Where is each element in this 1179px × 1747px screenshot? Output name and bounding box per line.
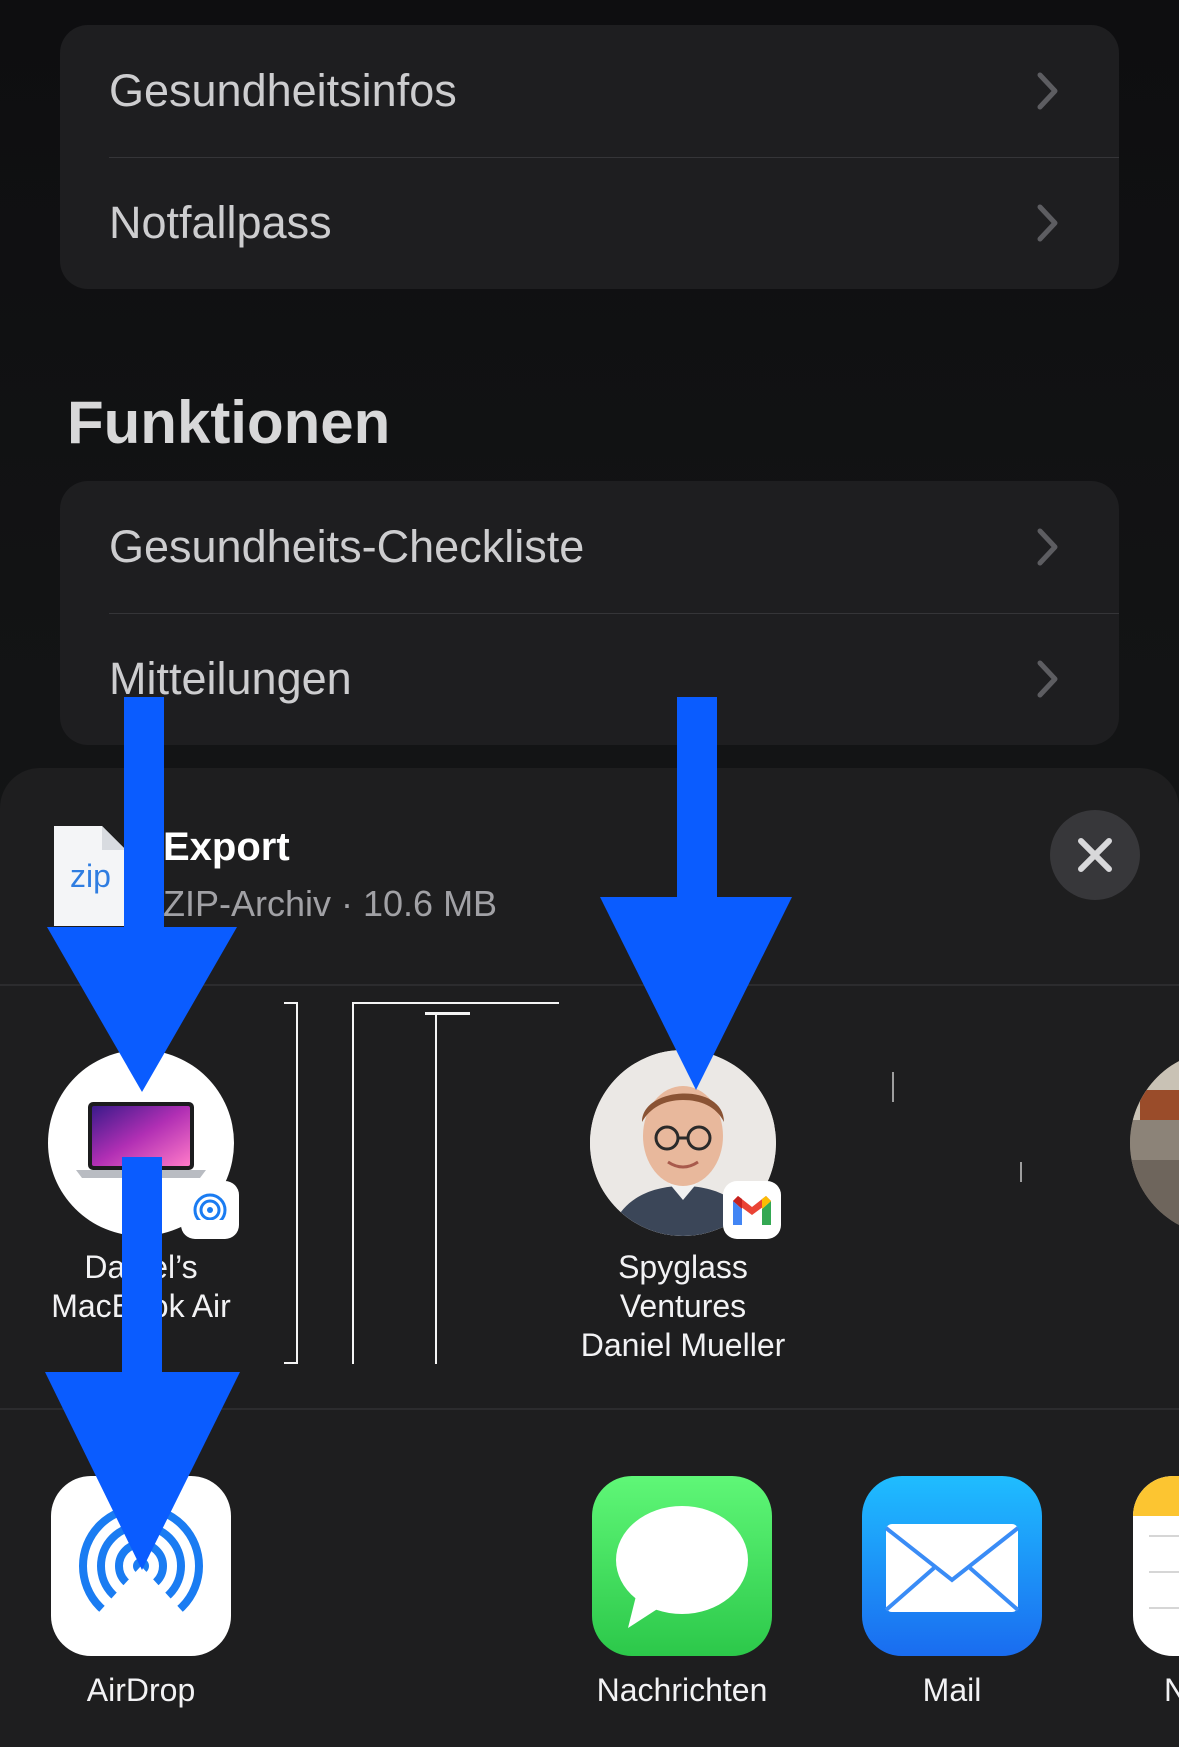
sheet-subtitle: ZIP-Archiv · 10.6 MB [163,883,498,924]
chevron-right-icon [1037,660,1058,698]
functions-group: Gesundheits-Checkliste Mitteilungen [60,481,1119,745]
person-label: Spyglass Ventures Daniel Mueller [580,1249,786,1363]
artifact [1020,1162,1022,1182]
app-icon [592,1476,772,1656]
row-label: Gesundheits-Checkliste [109,521,585,572]
notes-icon [1133,1476,1179,1609]
app-icon [862,1476,1042,1656]
artifact [296,1002,298,1364]
row-notifications[interactable]: Mitteilungen [60,613,1119,745]
app-label: Nachrichten [596,1672,768,1708]
close-button[interactable] [1050,810,1140,900]
messages-icon [616,1506,748,1628]
divider [0,1408,1179,1410]
section-title: Funktionen [67,389,391,456]
file-type-label: zip [70,858,111,894]
artifact [892,1072,894,1102]
gmail-icon [733,1196,771,1225]
chevron-right-icon [1037,204,1058,242]
screen: Gesundheitsinfos Notfallpass Funktionen … [0,0,1179,1747]
artifact [284,1002,298,1004]
artifact [352,1002,354,1364]
app-label: N [1164,1672,1179,1708]
app-label: Mail [922,1672,982,1708]
app-icon [1133,1476,1179,1656]
divider [0,984,1179,986]
artifact [425,1012,470,1015]
artifact [435,1012,437,1364]
health-info-group: Gesundheitsinfos Notfallpass [60,25,1119,289]
row-label: Gesundheitsinfos [109,65,457,116]
row-label: Mitteilungen [109,653,352,704]
airdrop-icon [79,1504,203,1634]
artifact [284,1362,298,1364]
sheet-title: Export [163,825,290,869]
row-health-info[interactable]: Gesundheitsinfos [60,25,1119,157]
mail-icon [884,1524,1020,1612]
airdrop-icon [188,1193,232,1232]
close-icon [1078,838,1112,872]
gmail-badge [723,1181,781,1239]
app-label: AirDrop [86,1672,196,1708]
row-emergency-pass[interactable]: Notfallpass [60,157,1119,289]
chevron-right-icon [1037,72,1058,110]
airdrop-badge [181,1181,239,1239]
chevron-right-icon [1037,528,1058,566]
person-label: Daniel’s MacBook Air [51,1249,231,1324]
artifact [352,1002,559,1004]
app-icon [51,1476,231,1656]
row-health-checklist[interactable]: Gesundheits-Checkliste [60,481,1119,613]
row-label: Notfallpass [109,197,332,248]
